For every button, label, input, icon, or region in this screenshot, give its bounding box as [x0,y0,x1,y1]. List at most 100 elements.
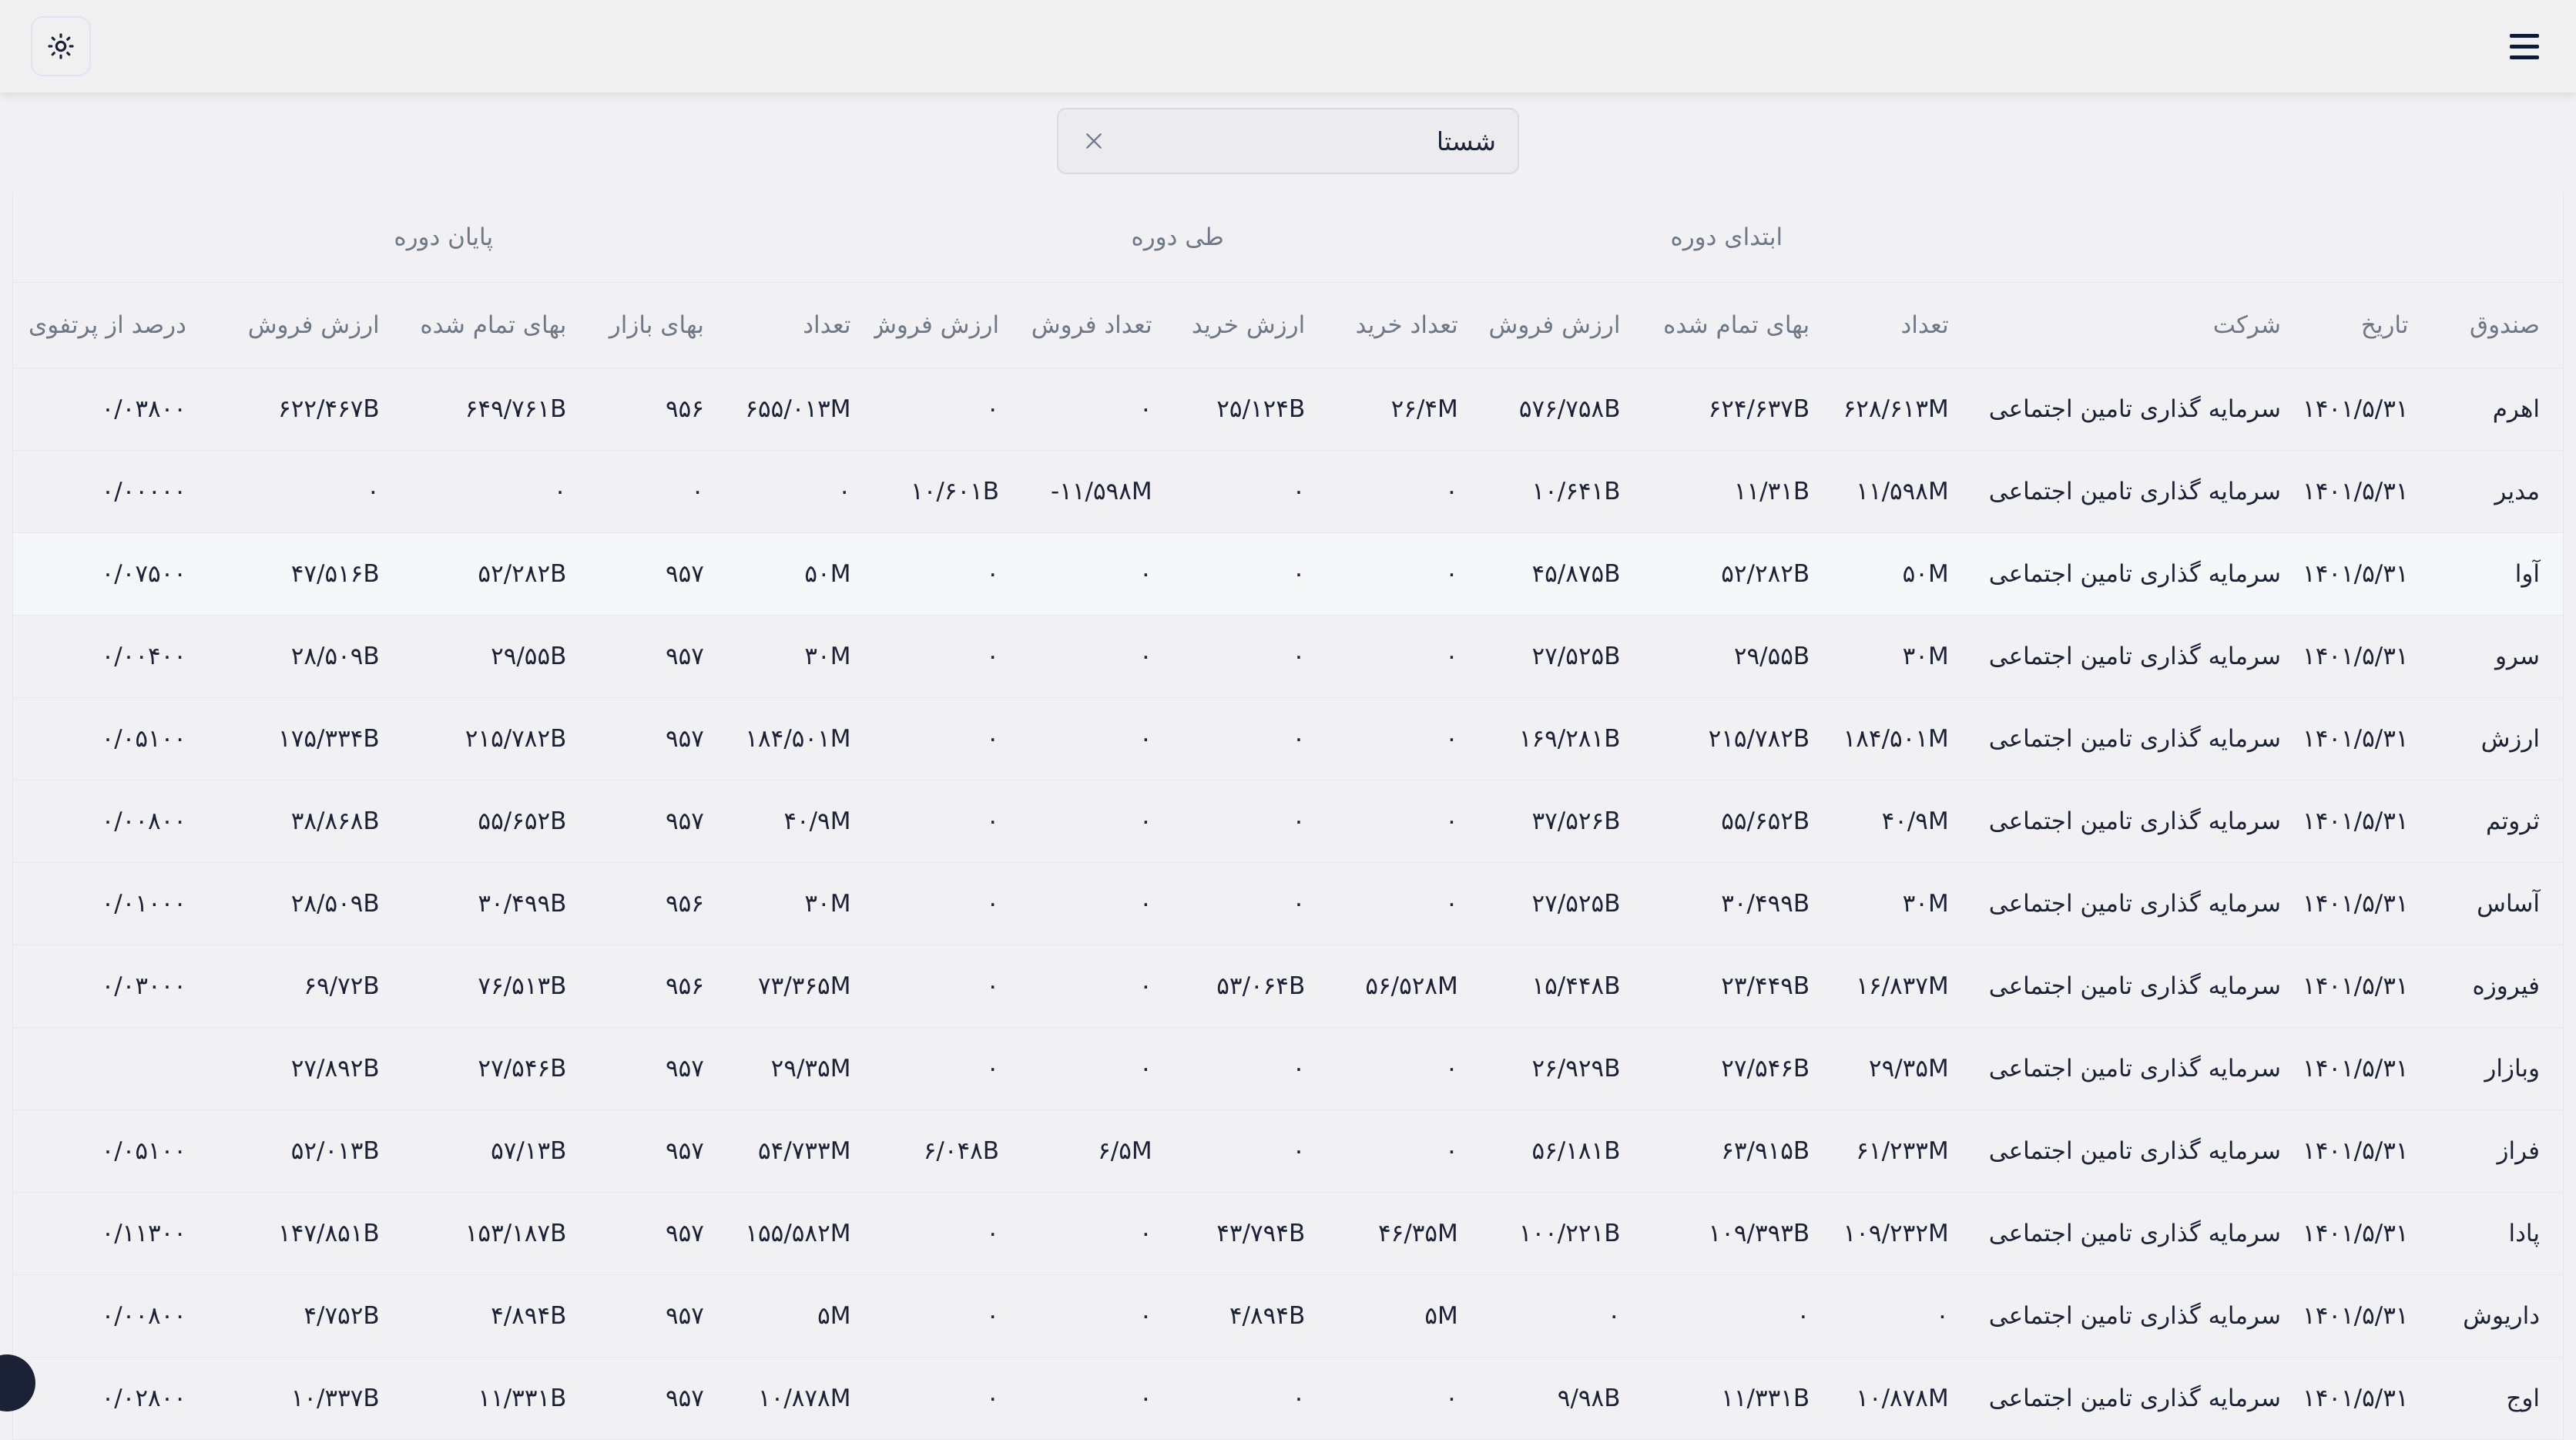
fund-cell: پادا [2432,1193,2564,1275]
date-cell: ۱۴۰۱/۵/۳۱ [2304,1358,2431,1440]
value-cell: ۱۵/۴۴۸B [1481,945,1644,1028]
value-cell: ۹۵۷ [589,1110,727,1193]
value-cell: ۶۹/۷۲B [210,945,403,1028]
value-cell: ۳۰M [1833,616,1972,698]
fund-cell: ثروتم [2432,780,2564,863]
sun-icon [46,32,75,61]
value-cell: ۳۰M [727,863,874,945]
value-cell: ۵M [727,1275,874,1358]
date-cell: ۱۴۰۱/۵/۳۱ [2304,698,2431,780]
value-cell: ۰ [727,451,874,533]
value-cell: ۲۶/۹۲۹B [1481,1028,1644,1110]
fund-cell: آساس [2432,863,2564,945]
value-cell [13,1028,210,1110]
value-cell: ۰ [1022,1275,1176,1358]
value-cell: ۶۵۵/۰۱۳M [727,368,874,451]
value-cell: ۰ [1328,1358,1481,1440]
clear-search-button[interactable] [1080,129,1108,153]
value-cell: ۵۶/۱۸۱B [1481,1110,1644,1193]
table-row: اوج۱۴۰۱/۵/۳۱سرمایه گذاری تامین اجتماعی۱۰… [13,1358,2563,1440]
value-cell: ۹/۹۸B [1481,1358,1644,1440]
value-cell: ۶۴۹/۷۶۱B [403,368,590,451]
value-cell: ۰ [1022,945,1176,1028]
value-cell: ۳۰/۴۹۹B [1643,863,1833,945]
value-cell: ۲۸/۵۰۹B [210,863,403,945]
company-cell: سرمایه گذاری تامین اجتماعی [1972,533,2304,616]
value-cell: ۰ [874,1358,1022,1440]
value-cell: ۰/۱۱۳۰۰ [13,1193,210,1275]
value-cell: ۰ [1022,1358,1176,1440]
value-cell: ۲۳/۴۴۹B [1643,945,1833,1028]
value-cell: ۰ [589,451,727,533]
value-cell: ۵۴/۷۳۳M [727,1110,874,1193]
date-cell: ۱۴۰۱/۵/۳۱ [2304,533,2431,616]
value-cell: ۰ [1022,863,1176,945]
value-cell: ۰/۰۰۰۰۰ [13,451,210,533]
menu-button[interactable] [2504,28,2545,65]
value-cell: ۰ [1328,780,1481,863]
value-cell: ۶۲۸/۶۱۳M [1833,368,1972,451]
value-cell: ۵۵/۶۵۲B [1643,780,1833,863]
value-cell: ۵۰M [1833,533,1972,616]
value-cell: ۰ [1176,1028,1329,1110]
value-cell: ۲۷/۵۴۶B [1643,1028,1833,1110]
value-cell: ۲۹/۵۵B [403,616,590,698]
fund-cell: اهرم [2432,368,2564,451]
company-cell: سرمایه گذاری تامین اجتماعی [1972,1028,2304,1110]
value-cell: ۹۵۶ [589,863,727,945]
value-cell: ۰ [1176,533,1329,616]
fund-cell: فراز [2432,1110,2564,1193]
column-header: تعداد خرید [1328,283,1481,368]
company-cell: سرمایه گذاری تامین اجتماعی [1972,945,2304,1028]
column-header: ارزش فروش [210,283,403,368]
value-cell: ۲۹/۳۵M [727,1028,874,1110]
value-cell: ۱۰۰/۲۲۱B [1481,1193,1644,1275]
value-cell: ۵۷/۱۳B [403,1110,590,1193]
theme-toggle-button[interactable] [31,16,91,76]
value-cell: ۶/۰۴۸B [874,1110,1022,1193]
value-cell: ۹۵۷ [589,1275,727,1358]
column-header: تعداد [1833,283,1972,368]
company-cell: سرمایه گذاری تامین اجتماعی [1972,616,2304,698]
value-cell: ۱۷۵/۳۳۴B [210,698,403,780]
column-header-row: صندوقتاریخشرکتتعدادبهای تمام شدهارزش فرو… [13,283,2563,368]
value-cell: ۱۰/۶۴۱B [1481,451,1644,533]
date-cell: ۱۴۰۱/۵/۳۱ [2304,368,2431,451]
value-cell: ۱۱/۳۱B [1643,451,1833,533]
value-cell: ۰ [1022,780,1176,863]
value-cell: ۰ [1328,616,1481,698]
value-cell: ۹۵۷ [589,698,727,780]
value-cell: ۰ [1643,1275,1833,1358]
column-header: ارزش فروش [874,283,1022,368]
value-cell: ۶۲۲/۴۶۷B [210,368,403,451]
value-cell: ۰/۰۵۱۰۰ [13,698,210,780]
value-cell: ۱۶/۸۳۷M [1833,945,1972,1028]
value-cell: ۱۰۹/۲۳۲M [1833,1193,1972,1275]
value-cell: ۵۵/۶۵۲B [403,780,590,863]
value-cell: ۰ [874,780,1022,863]
value-cell: ۲۱۵/۷۸۲B [403,698,590,780]
column-header: شرکت [1972,283,2304,368]
date-cell: ۱۴۰۱/۵/۳۱ [2304,1110,2431,1193]
value-cell: ۲۱۵/۷۸۲B [1643,698,1833,780]
value-cell: ۰ [210,451,403,533]
value-cell: ۶۱/۲۳۳M [1833,1110,1972,1193]
value-cell: ۹۵۷ [589,1028,727,1110]
column-header: بهای تمام شده [403,283,590,368]
table-row: سرو۱۴۰۱/۵/۳۱سرمایه گذاری تامین اجتماعی۳۰… [13,616,2563,698]
value-cell: ۴۵/۸۷۵B [1481,533,1644,616]
value-cell: ۰ [1176,616,1329,698]
value-cell: ۰ [874,1193,1022,1275]
value-cell: ۱۰/۸۷۸M [1833,1358,1972,1440]
search-box[interactable] [1057,108,1519,174]
value-cell: ۰ [1328,863,1481,945]
group-header-spacer [1972,193,2563,283]
value-cell: ۵M [1328,1275,1481,1358]
value-cell: ۴۳/۷۹۴B [1176,1193,1329,1275]
value-cell: ۰/۰۳۸۰۰ [13,368,210,451]
funds-table-container: ابتدای دورهطی دورهپایان دورهصندوقتاریخشر… [12,193,2564,1440]
value-cell: ۷۶/۵۱۳B [403,945,590,1028]
value-cell: ۴/۸۹۴B [403,1275,590,1358]
fund-cell: سرو [2432,616,2564,698]
search-input[interactable] [1108,126,1496,156]
